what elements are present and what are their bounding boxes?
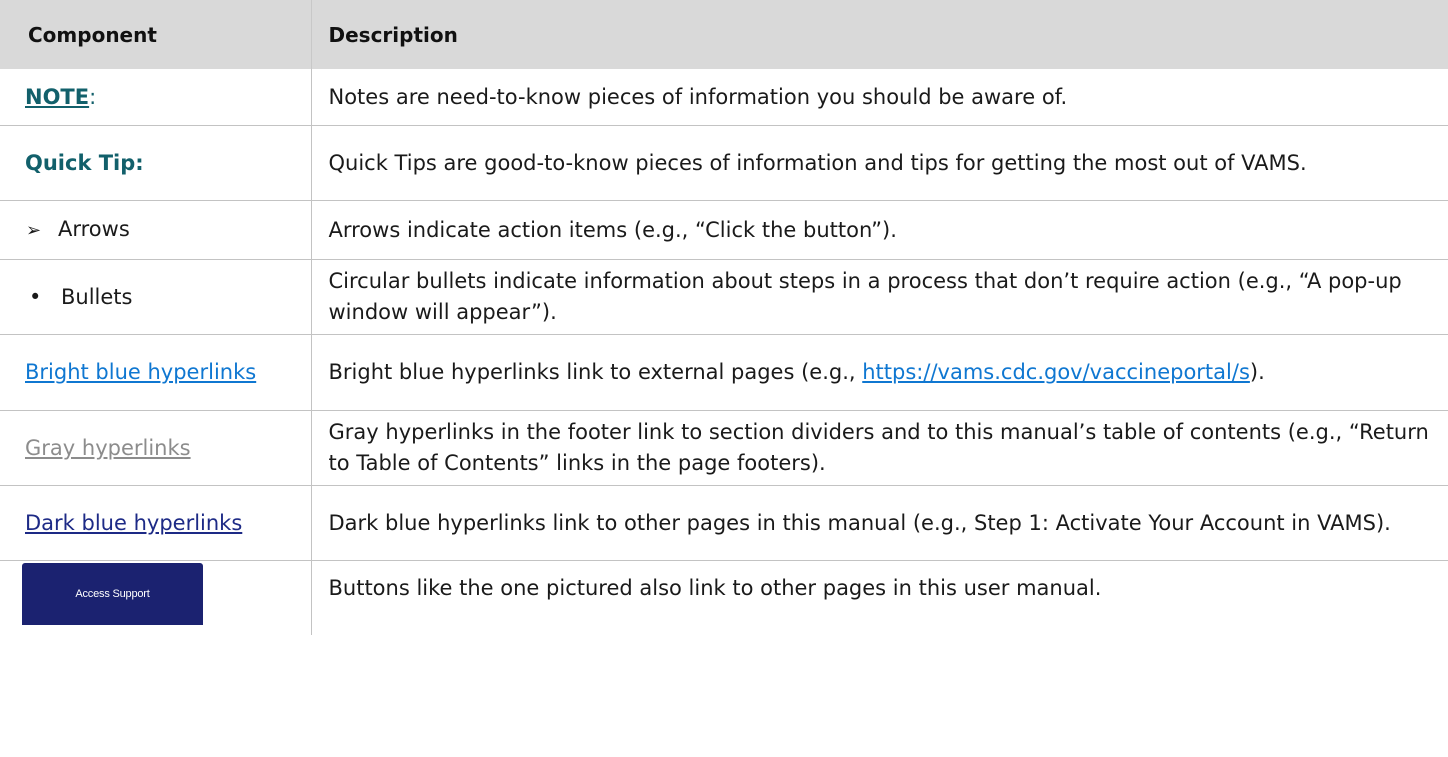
description-cell: Dark blue hyperlinks link to other pages… <box>311 485 1448 561</box>
component-cell: Dark blue hyperlinks <box>0 485 312 561</box>
note-colon: : <box>89 84 97 109</box>
component-cell: Bright blue hyperlinks <box>0 334 312 411</box>
description-header: Description <box>311 0 1448 69</box>
gray-hyperlink[interactable]: Gray hyperlinks <box>25 436 191 460</box>
description-cell: Bright blue hyperlinks link to external … <box>311 334 1448 411</box>
component-cell: NOTE: <box>0 69 312 126</box>
bright-blue-desc-before: Bright blue hyperlinks link to external … <box>328 360 863 384</box>
header-row: Component Description <box>0 0 1448 69</box>
conventions-table: Component Description NOTE: Notes are ne… <box>0 0 1448 635</box>
description-cell: Circular bullets indicate information ab… <box>311 259 1448 335</box>
table-row-quick-tip: Quick Tip: Quick Tips are good-to-know p… <box>0 125 1448 201</box>
table-row-button: Access Support Buttons like the one pict… <box>0 560 1448 635</box>
note-label: NOTE <box>25 84 90 109</box>
table-row-gray: Gray hyperlinks Gray hyperlinks in the f… <box>0 410 1448 486</box>
component-cell: ➢ Arrows <box>0 200 312 260</box>
access-support-button[interactable]: Access Support <box>22 563 203 625</box>
table-row-note: NOTE: Notes are need-to-know pieces of i… <box>0 69 1448 126</box>
description-cell: Arrows indicate action items (e.g., “Cli… <box>311 200 1448 260</box>
component-cell: • Bullets <box>0 259 312 335</box>
table-row-dark-blue: Dark blue hyperlinks Dark blue hyperlink… <box>0 485 1448 561</box>
description-cell: Gray hyperlinks in the footer link to se… <box>311 410 1448 486</box>
dark-blue-hyperlink[interactable]: Dark blue hyperlinks <box>25 511 242 535</box>
description-cell: Quick Tips are good-to-know pieces of in… <box>311 125 1448 201</box>
component-header: Component <box>0 0 312 69</box>
bullet-icon: • <box>29 284 42 309</box>
bright-blue-hyperlink[interactable]: Bright blue hyperlinks <box>25 360 256 384</box>
component-cell: Gray hyperlinks <box>0 410 312 486</box>
vams-url-link[interactable]: https://vams.cdc.gov/vaccineportal/s <box>862 360 1250 384</box>
table-row-arrows: ➢ Arrows Arrows indicate action items (e.… <box>0 200 1448 260</box>
table-row-bright-blue: Bright blue hyperlinks Bright blue hyper… <box>0 334 1448 411</box>
component-cell: Quick Tip: <box>0 125 312 201</box>
bright-blue-desc-after: ). <box>1249 360 1265 384</box>
description-cell: Buttons like the one pictured also link … <box>328 576 1102 600</box>
bullets-label: Bullets <box>61 284 133 309</box>
component-cell: Access Support <box>0 560 312 635</box>
quick-tip-label: Quick Tip: <box>25 150 144 175</box>
description-cell: Notes are need-to-know pieces of informa… <box>311 69 1448 126</box>
arrow-icon: ➢ <box>26 220 42 241</box>
table-row-bullets: • Bullets Circular bullets indicate infor… <box>0 259 1448 335</box>
arrows-label: Arrows <box>58 217 130 241</box>
